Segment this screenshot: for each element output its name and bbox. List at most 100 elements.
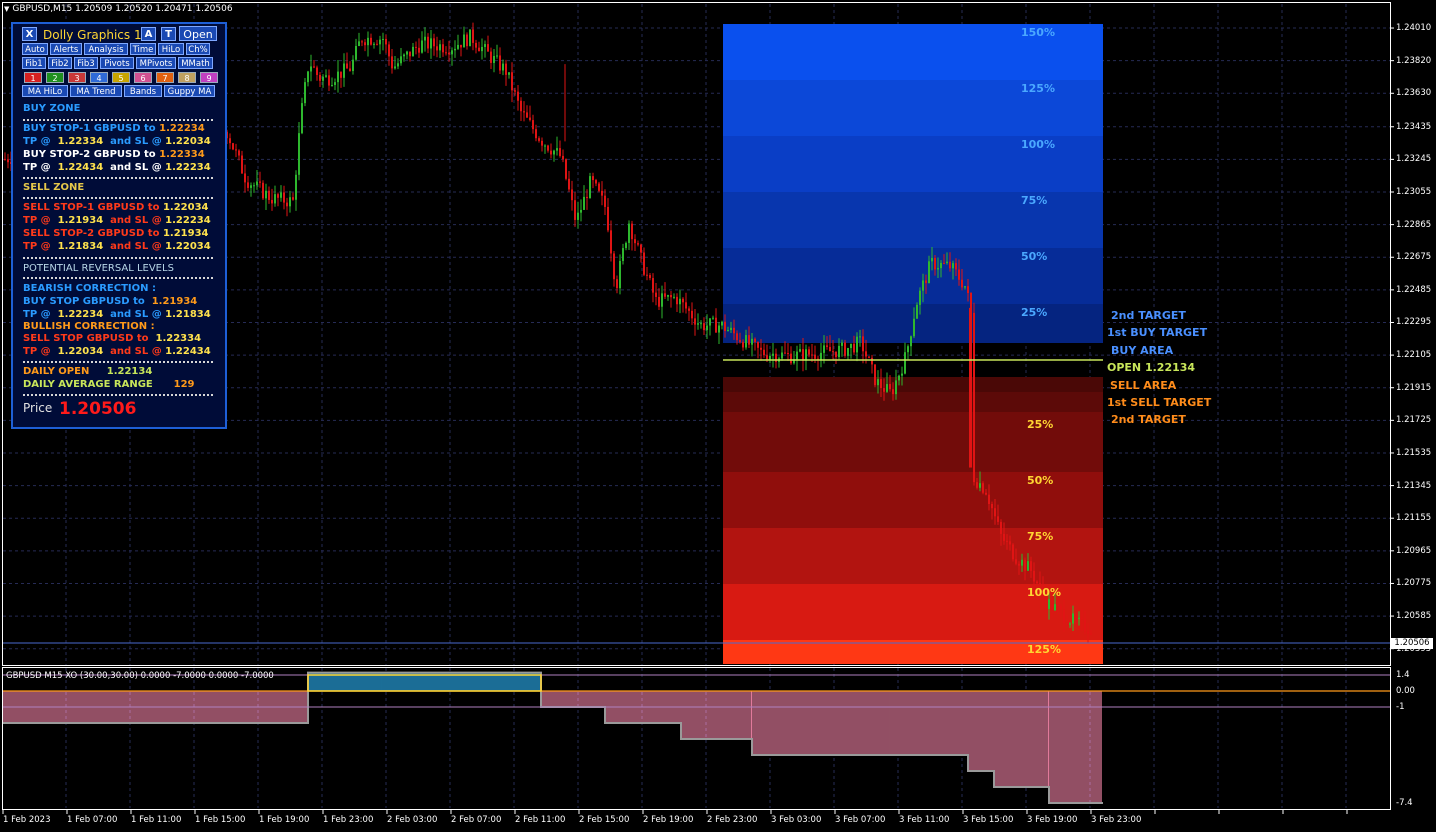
candle-body [736, 333, 738, 341]
price-tick-label: 1.22295 [1396, 317, 1432, 328]
btn-alerts[interactable]: Alerts [50, 43, 82, 55]
time-tick-label: 2 Feb 03:00 [387, 815, 438, 825]
color-button-3[interactable]: 3 [68, 72, 86, 83]
candle-body [517, 91, 519, 101]
candle-body [388, 44, 390, 57]
candle-body [571, 189, 573, 201]
candle-body [505, 63, 507, 75]
candle-body [1027, 561, 1029, 571]
candle-body [595, 180, 597, 184]
candle-body [985, 492, 987, 495]
candle-body [862, 336, 864, 352]
candle-body [808, 349, 810, 355]
candle-body [400, 56, 402, 64]
divider [23, 277, 213, 279]
buy-stop1-value: 1.22234 [159, 123, 205, 134]
sl-value: 1.22434 [165, 346, 211, 357]
open-button[interactable]: Open [179, 26, 217, 41]
btn-analysis[interactable]: Analysis [84, 43, 128, 55]
price-tick-label: 1.23055 [1396, 186, 1432, 197]
btn-ma-trend[interactable]: MA Trend [70, 85, 122, 97]
color-button-8[interactable]: 8 [178, 72, 196, 83]
t-button[interactable]: T [161, 27, 176, 41]
buy-area-label: BUY AREA [1111, 344, 1174, 357]
btn-fib3[interactable]: Fib3 [74, 57, 98, 69]
candle-body [286, 202, 288, 207]
btn-auto[interactable]: Auto [22, 43, 48, 55]
buy-stop1-tp: TP @ 1.22334 and SL @ 1.22034 [23, 136, 211, 147]
color-button-6[interactable]: 6 [134, 72, 152, 83]
candle-body [322, 76, 324, 81]
candle-body [799, 349, 801, 352]
sl-text: and SL @ [110, 241, 162, 252]
candle-body [1018, 563, 1020, 566]
btn-ma-hilo[interactable]: MA HiLo [22, 85, 68, 97]
candle-body [730, 327, 732, 331]
dropdown-icon[interactable]: ▼ [4, 5, 9, 13]
color-button-1[interactable]: 1 [24, 72, 42, 83]
candle-body [265, 190, 267, 199]
color-button-2[interactable]: 2 [46, 72, 64, 83]
candle-body [847, 348, 849, 356]
candle-body [367, 37, 369, 46]
candle-body [913, 318, 915, 337]
price-tick-label: 1.23630 [1396, 88, 1432, 99]
a-button[interactable]: A [141, 27, 156, 41]
candle-body [922, 280, 924, 291]
candle-body [742, 341, 744, 348]
dar-value: 129 [173, 379, 195, 390]
candle-body [421, 40, 423, 53]
candle-body [592, 176, 594, 181]
candle-body [4, 159, 6, 161]
color-button-9[interactable]: 9 [200, 72, 218, 83]
time-tick-label: 1 Feb 11:00 [131, 815, 182, 825]
btn-fib1[interactable]: Fib1 [22, 57, 46, 69]
sell-level-2: 50% [1027, 474, 1054, 487]
candle-body [553, 150, 555, 155]
candle-body [628, 223, 630, 243]
candle-body [826, 345, 828, 347]
candle-body [442, 44, 444, 53]
xo-indicator [2, 671, 1390, 804]
tp-text: TP @ [23, 136, 51, 147]
btn-fib2[interactable]: Fib2 [48, 57, 72, 69]
candle-body [829, 346, 831, 352]
candle-body [589, 176, 591, 199]
candle-body [7, 159, 9, 163]
buy-level-1: 150% [1021, 26, 1055, 39]
candle-body [535, 129, 537, 139]
candle-body [448, 52, 450, 55]
btn-hilo[interactable]: HiLo [158, 43, 184, 55]
candle-body [313, 66, 315, 68]
btn-guppy-ma[interactable]: Guppy MA [164, 85, 215, 97]
btn-mmath[interactable]: MMath [178, 57, 213, 69]
btn-ch-[interactable]: Ch% [186, 43, 210, 55]
candle-body [298, 133, 300, 175]
time-tick-label: 3 Feb 07:00 [835, 815, 886, 825]
color-button-4[interactable]: 4 [90, 72, 108, 83]
close-button[interactable]: X [22, 27, 37, 41]
candle-body [796, 351, 798, 360]
bearish-buy-text: BUY STOP GBPUSD to [23, 296, 145, 307]
btn-mpivots[interactable]: MPivots [136, 57, 176, 69]
btn-time[interactable]: Time [130, 43, 156, 55]
candle-body [1009, 541, 1011, 545]
price-tick-label: 1.22865 [1396, 219, 1432, 230]
candle-body [340, 71, 342, 78]
candle-body [637, 243, 639, 245]
candle-body [619, 261, 621, 289]
candle-body [844, 342, 846, 356]
candle-body [613, 253, 615, 280]
btn-pivots[interactable]: Pivots [100, 57, 134, 69]
sell-stop2: SELL STOP-2 GBPUSD to 1.21934 [23, 228, 208, 239]
candle-body [1069, 623, 1071, 625]
color-button-7[interactable]: 7 [156, 72, 174, 83]
buy-stop2-tp: TP @ 1.22434 and SL @ 1.22234 [23, 162, 211, 173]
candle-body [514, 90, 516, 92]
price-tick-label: 1.21535 [1396, 447, 1432, 458]
candle-body [385, 38, 387, 45]
candle-body [328, 75, 330, 86]
btn-bands[interactable]: Bands [124, 85, 162, 97]
price-tick-label: 1.22675 [1396, 252, 1432, 263]
color-button-5[interactable]: 5 [112, 72, 130, 83]
